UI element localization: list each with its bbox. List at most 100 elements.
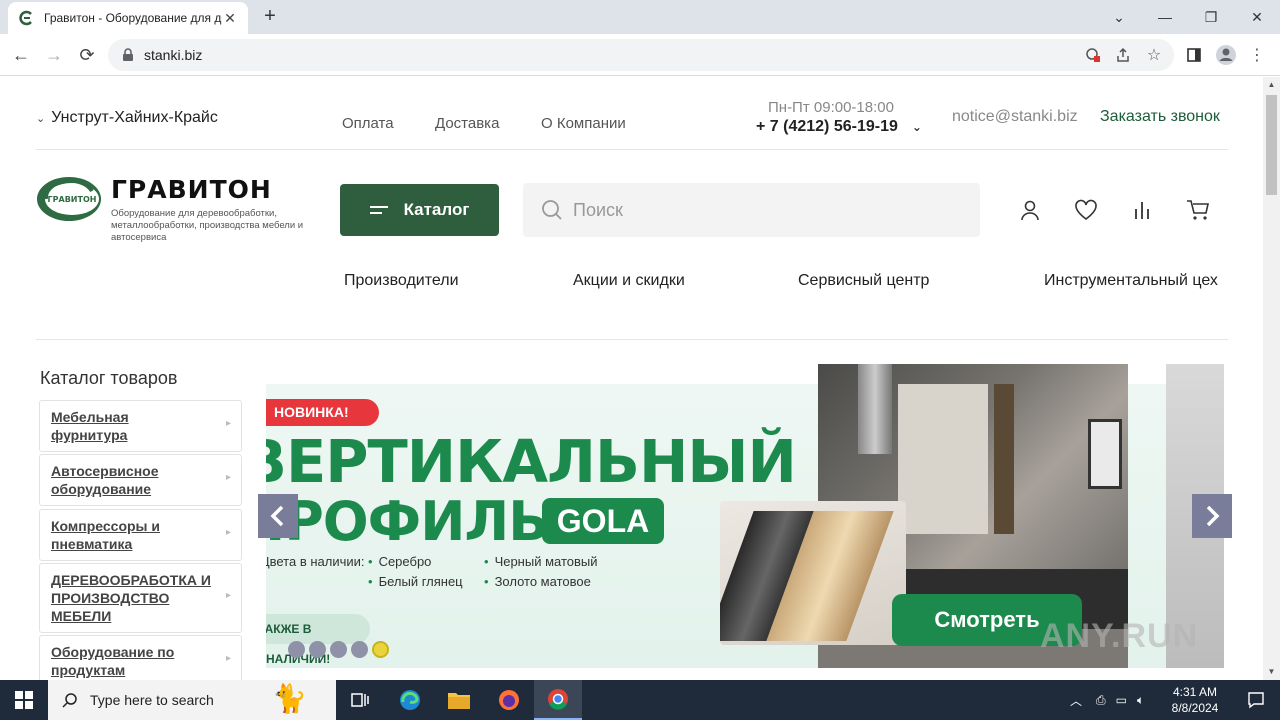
color-option: Белый глянец: [368, 574, 463, 589]
chevron-down-icon[interactable]: ⌄: [912, 120, 922, 134]
volume-icon[interactable]: 🔈︎: [1137, 693, 1144, 708]
favorites-heart-icon[interactable]: [1073, 197, 1099, 223]
page-scrollbar[interactable]: ▲ ▼: [1263, 77, 1280, 680]
network-icon[interactable]: ▭: [1116, 693, 1127, 707]
new-tab-icon[interactable]: +: [260, 6, 280, 28]
tray-chevron-up-icon[interactable]: ︿: [1070, 692, 1082, 709]
tab-close-icon[interactable]: ✕: [222, 10, 238, 27]
slider-next-button[interactable]: [1192, 494, 1232, 538]
catalog-button[interactable]: Каталог: [340, 184, 499, 236]
nav-link-promotions[interactable]: Акции и скидки: [573, 272, 685, 290]
compare-chart-icon[interactable]: [1129, 197, 1155, 223]
new-badge: НОВИНКА!: [266, 399, 379, 426]
tray-device-icon[interactable]: ⎙: [1096, 693, 1106, 708]
blocked-icon[interactable]: [1080, 42, 1106, 68]
share-icon[interactable]: [1110, 42, 1136, 68]
catalog-item-label: Автосервисное: [51, 463, 159, 479]
catalog-label: Каталог: [403, 200, 470, 219]
site-logo[interactable]: ГРАВИТОН ГРАВИТОН Оборудование для дерев…: [36, 175, 303, 243]
nav-link-delivery[interactable]: Доставка: [435, 115, 499, 132]
color-option: Черный матовый: [484, 554, 598, 569]
slider-prev-button[interactable]: [258, 494, 298, 538]
catalog-item-label: ПРОИЗВОДСТВО: [51, 590, 170, 606]
account-icon[interactable]: [1017, 197, 1043, 223]
search-box[interactable]: [523, 183, 980, 237]
callback-link[interactable]: Заказать звонок: [1100, 108, 1220, 126]
chevron-right-icon: ▸: [225, 590, 231, 601]
chrome-icon[interactable]: [534, 680, 582, 720]
side-panel-icon[interactable]: [1181, 42, 1207, 68]
restore-icon[interactable]: ❐: [1188, 0, 1234, 34]
reload-icon[interactable]: ⟳: [74, 42, 100, 68]
catalog-item-label: продуктам: [51, 662, 126, 678]
clock-date: 8/8/2024: [1171, 701, 1219, 715]
site-favicon-icon: [18, 10, 34, 26]
phone-text: + 7 (4212) 56-19-19: [756, 118, 898, 135]
catalog-item-woodworking[interactable]: ДЕРЕВООБРАБОТКА И ПРОИЗВОДСТВО МЕБЕЛИ ▸: [39, 563, 242, 633]
slider-dot[interactable]: [351, 641, 368, 658]
firefox-icon[interactable]: [485, 680, 533, 720]
scrollbar-thumb[interactable]: [1266, 95, 1277, 195]
catalog-item-by-product[interactable]: Оборудование по продуктам ▸: [39, 635, 242, 680]
catalog-item-label: МЕБЕЛИ: [51, 608, 112, 624]
brand-name: ГРАВИТОН: [111, 175, 272, 204]
region-selector[interactable]: ⌄ Унструт-Хайних-Крайс: [36, 109, 218, 127]
taskbar-search[interactable]: Type here to search 🐈: [48, 680, 336, 720]
catalog-item-label: Оборудование по: [51, 644, 175, 660]
bookmark-star-icon[interactable]: ☆: [1141, 42, 1167, 68]
browser-menu-icon[interactable]: ⋮: [1244, 42, 1270, 68]
slider-dot[interactable]: [330, 641, 347, 658]
catalog-item-label: ДЕРЕВООБРАБОТКА И: [51, 572, 211, 588]
catalog-item-compressors[interactable]: Компрессоры и пневматика ▸: [39, 509, 242, 561]
browser-tab[interactable]: Гравитон - Оборудование для деревообрабо…: [8, 2, 248, 34]
forward-icon[interactable]: →: [41, 42, 67, 68]
edge-browser-icon[interactable]: [386, 680, 434, 720]
browser-tab-bar: Гравитон - Оборудование для деревообрабо…: [0, 0, 1280, 34]
file-explorer-icon[interactable]: [435, 680, 483, 720]
slider-dot[interactable]: [372, 641, 389, 658]
catalog-item-label: Мебельная: [51, 409, 129, 425]
catalog-item-label: оборудование: [51, 481, 152, 497]
region-label: Унструт-Хайних-Крайс: [51, 109, 218, 126]
catalog-item-label: пневматика: [51, 536, 133, 552]
catalog-item-furniture-fittings[interactable]: Мебельная фурнитура ▸: [39, 400, 242, 452]
menu-icon: [369, 204, 388, 216]
task-view-icon[interactable]: [336, 680, 384, 720]
search-input[interactable]: [573, 199, 953, 221]
banner-headline: ПРОФИЛЬ: [266, 490, 549, 553]
windows-start-icon[interactable]: [0, 680, 48, 720]
minimize-icon[interactable]: —: [1142, 0, 1188, 34]
taskbar-search-placeholder: Type here to search: [90, 692, 214, 708]
email-link[interactable]: notice@stanki.biz: [952, 108, 1078, 126]
nav-link-manufacturers[interactable]: Производители: [344, 272, 459, 290]
address-bar[interactable]: stanki.biz: [108, 39, 1174, 71]
url-text: stanki.biz: [144, 47, 203, 63]
web-page: ⌄ Унструт-Хайних-Крайс Оплата Доставка О…: [0, 77, 1263, 680]
catalog-item-autoservice[interactable]: Автосервисное оборудование ▸: [39, 454, 242, 506]
back-icon[interactable]: ←: [8, 42, 34, 68]
scroll-down-icon[interactable]: ▼: [1263, 664, 1280, 680]
browser-toolbar: ← → ⟳ stanki.biz ☆ ⋮: [0, 34, 1280, 76]
window-close-icon[interactable]: ✕: [1234, 0, 1280, 34]
nav-link-about[interactable]: О Компании: [541, 115, 626, 132]
nav-link-service-center[interactable]: Сервисный центр: [798, 272, 929, 290]
nav-link-payment[interactable]: Оплата: [342, 115, 394, 132]
tab-search-icon[interactable]: ⌄: [1096, 0, 1142, 34]
slider-dot[interactable]: [309, 641, 326, 658]
slider-dot[interactable]: [288, 641, 305, 658]
cart-icon[interactable]: [1185, 197, 1211, 223]
scroll-up-icon[interactable]: ▲: [1263, 77, 1280, 93]
brand-tagline: Оборудование для деревообработки, металл…: [111, 208, 304, 243]
logo-mark-text: ГРАВИТОН: [48, 195, 97, 204]
phone-number[interactable]: + 7 (4212) 56-19-19 ⌄: [756, 118, 922, 136]
banner-headline: ВЕРТИКАЛЬНЫЙ: [266, 427, 797, 496]
catalog-item-label: фурнитура: [51, 427, 128, 443]
clock-time: 4:31 AM: [1172, 685, 1218, 699]
slider-dots: [288, 641, 389, 658]
logo-mark-icon: ГРАВИТОН: [37, 177, 101, 221]
nav-link-tool-shop[interactable]: Инструментальный цех: [1044, 272, 1218, 290]
taskbar-clock[interactable]: 4:31 AM 8/8/2024: [1160, 684, 1230, 716]
profile-avatar-icon[interactable]: [1213, 42, 1239, 68]
notifications-icon[interactable]: [1232, 680, 1280, 720]
divider: [36, 149, 1228, 150]
